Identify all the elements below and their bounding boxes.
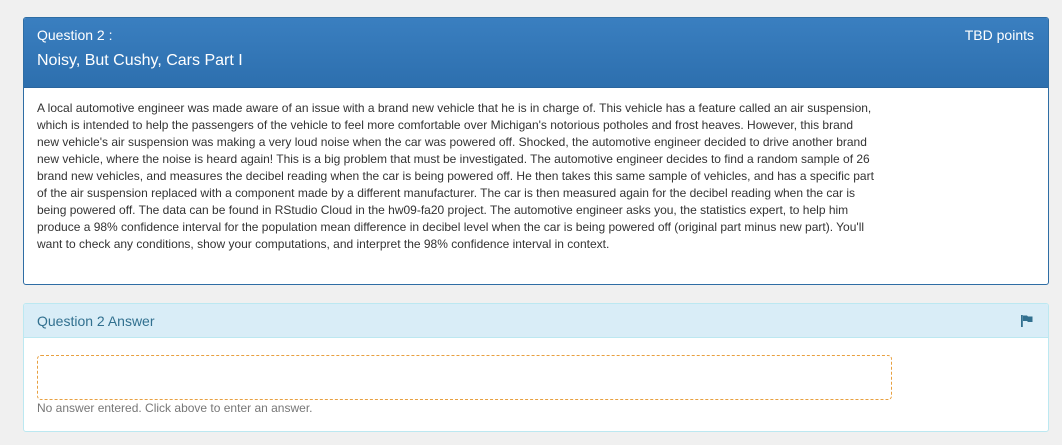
question-points: TBD points <box>964 27 1034 43</box>
question-header: Question 2 : Noisy, But Cushy, Cars Part… <box>24 18 1048 88</box>
flag-icon[interactable] <box>1020 314 1034 328</box>
question-text: A local automotive engineer was made awa… <box>37 101 874 251</box>
answer-hint: No answer entered. Click above to enter … <box>37 401 313 415</box>
answer-header: Question 2 Answer <box>24 304 1048 338</box>
answer-title: Question 2 Answer <box>37 313 155 329</box>
question-title: Noisy, But Cushy, Cars Part I <box>37 52 243 69</box>
answer-panel: Question 2 Answer No answer entered. Cli… <box>23 303 1049 432</box>
question-panel: Question 2 : Noisy, But Cushy, Cars Part… <box>23 17 1049 285</box>
answer-input-area[interactable] <box>37 355 892 400</box>
question-number: Question 2 : <box>37 27 113 43</box>
